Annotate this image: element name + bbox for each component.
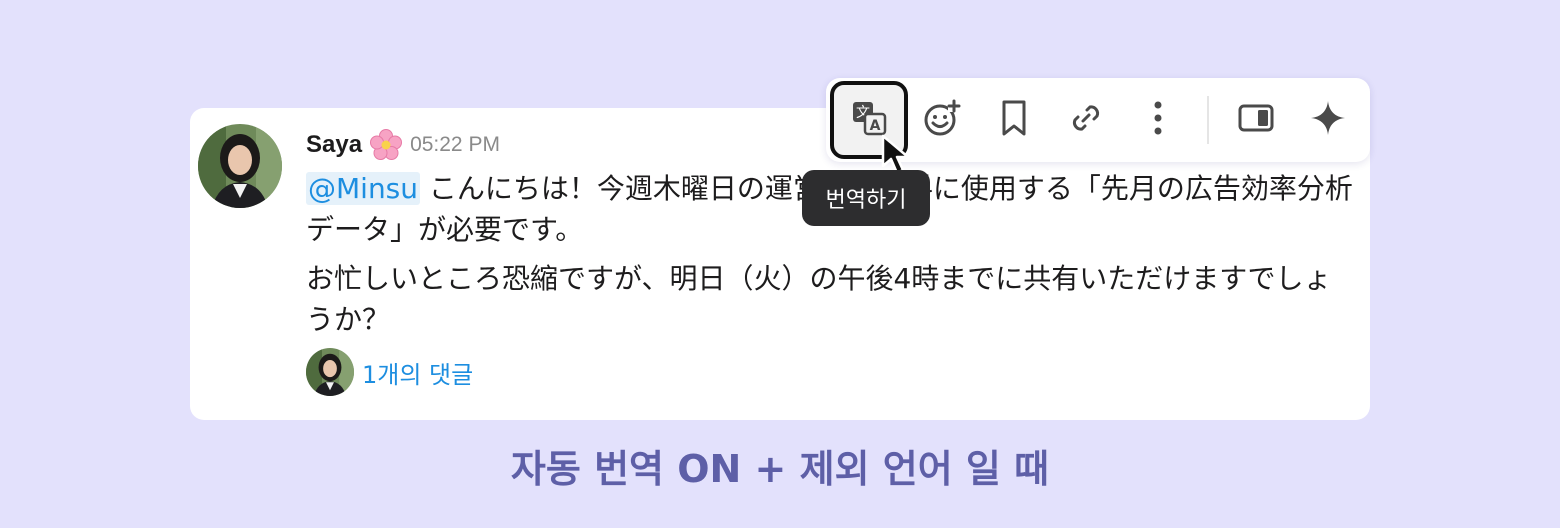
reply-count-link[interactable]: 1개의 댓글 (362, 355, 473, 390)
stage: Saya 05:22 PM @Minsu こんにちは！今週木曜日の運営会議資料に… (0, 0, 1560, 528)
ai-sparkle-icon (1308, 98, 1348, 143)
message-paragraph-2: お忙しいところ恐縮ですが、明日（火）の午後4時までに共有いただけますでしょうか？ (306, 262, 1332, 336)
bookmark-button[interactable] (984, 90, 1044, 150)
add-reaction-icon (922, 98, 962, 143)
cherry-blossom-icon (370, 129, 403, 161)
more-vertical-icon (1152, 98, 1164, 143)
open-side-panel-button[interactable] (1226, 90, 1286, 150)
toolbar-divider (1207, 96, 1209, 144)
mention-chip[interactable]: @Minsu (306, 172, 421, 205)
author-avatar[interactable] (198, 124, 282, 208)
bookmark-icon (996, 98, 1032, 143)
ai-assist-button[interactable] (1298, 90, 1358, 150)
translate-tooltip: 번역하기 (802, 170, 930, 226)
reply-avatar (306, 348, 354, 396)
author-name[interactable]: Saya (306, 131, 362, 159)
copy-link-button[interactable] (1056, 90, 1116, 150)
svg-text:A: A (870, 118, 881, 134)
message-timestamp[interactable]: 05:22 PM (410, 133, 500, 157)
side-panel-icon (1236, 98, 1276, 143)
more-actions-button[interactable] (1128, 90, 1188, 150)
link-icon (1066, 98, 1106, 143)
message-header: Saya 05:22 PM (306, 128, 500, 162)
add-reaction-button[interactable] (912, 90, 972, 150)
caption: 자동 번역 ON + 제외 언어 일 때 (510, 447, 1050, 491)
thread-replies[interactable]: 1개의 댓글 (306, 348, 473, 396)
